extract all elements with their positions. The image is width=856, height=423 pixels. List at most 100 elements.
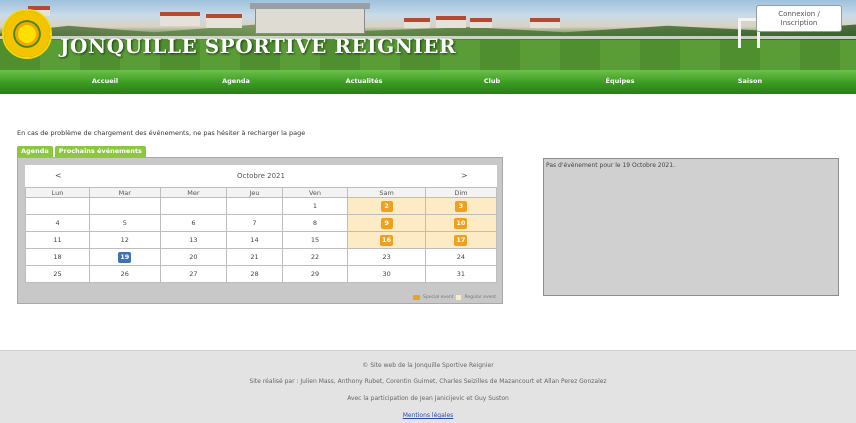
day-number: 24: [456, 253, 466, 261]
calendar-day-cell[interactable]: 18: [24, 248, 91, 266]
day-number: 15: [310, 236, 320, 244]
login-label: Connexion /: [778, 10, 820, 18]
calendar-week-row: 18 19 20 21 22 23 24: [24, 248, 498, 266]
calendar-day-cell[interactable]: 24: [424, 248, 498, 266]
day-number: 28: [250, 270, 259, 278]
calendar-day-cell[interactable]: 14: [226, 231, 283, 249]
calendar-week-row: 4 5 6 7 8 9 10: [24, 214, 498, 232]
header-building: [470, 18, 492, 28]
calendar-day-cell[interactable]: 2: [347, 197, 426, 215]
nav-item-actualites[interactable]: Actualités: [346, 70, 383, 94]
calendar-day-cell[interactable]: 4: [24, 214, 91, 232]
tab-agenda[interactable]: Agenda: [17, 146, 53, 157]
day-number: 22: [310, 253, 320, 261]
calendar-grid: Lun Mar Mer Jeu Ven Sam Dim 1 2 3 4 5 6 7 8 9 10 1…: [24, 187, 498, 283]
calendar-day-cell: [226, 197, 283, 215]
calendar-day-cell[interactable]: 17: [424, 231, 498, 249]
calendar-day-cell[interactable]: 1: [281, 197, 349, 215]
special-event-swatch: [413, 295, 421, 300]
day-number: 14: [250, 236, 259, 244]
day-number: 6: [191, 219, 196, 227]
calendar-day-cell: [159, 197, 228, 215]
day-number: 29: [310, 270, 320, 278]
calendar-day-cell[interactable]: 29: [281, 265, 349, 283]
calendar-day-cell[interactable]: 11: [24, 231, 91, 249]
calendar-day-cell: [89, 197, 161, 215]
calendar-day-cell[interactable]: 25: [24, 265, 91, 283]
day-number: 26: [120, 270, 129, 278]
calendar-day-cell[interactable]: 12: [89, 231, 161, 249]
header-building: [530, 18, 560, 28]
day-number: 4: [55, 219, 60, 227]
calendar-day-cell[interactable]: 9: [347, 214, 426, 232]
site-header: JONQUILLE SPORTIVE REIGNIER Connexion / …: [0, 0, 856, 70]
calendar-day-cell[interactable]: 19: [89, 248, 161, 266]
calendar-day-cell[interactable]: 7: [226, 214, 283, 232]
calendar-day-cell[interactable]: 27: [159, 265, 228, 283]
calendar-day-cell[interactable]: 8: [281, 214, 349, 232]
header-stadium-stand: [250, 3, 370, 34]
day-number: 31: [456, 270, 466, 278]
selected-day-badge: 19: [118, 251, 132, 263]
main-nav: Accueil Agenda Actualités Club Équipes S…: [0, 70, 856, 94]
weekday-header: Ven: [281, 187, 349, 198]
day-number: 25: [53, 270, 62, 278]
calendar-day-cell[interactable]: 13: [159, 231, 228, 249]
login-register-button[interactable]: Connexion / Inscription: [756, 5, 842, 32]
event-day-badge: 10: [454, 217, 468, 229]
day-number: 5: [122, 219, 127, 227]
nav-item-accueil[interactable]: Accueil: [92, 70, 118, 94]
event-day-badge: 16: [380, 234, 394, 246]
weekday-header: Mer: [159, 187, 228, 198]
nav-item-agenda[interactable]: Agenda: [222, 70, 250, 94]
calendar-day-cell[interactable]: 3: [424, 197, 498, 215]
day-number: 20: [189, 253, 198, 261]
header-building: [436, 16, 466, 28]
header-building: [404, 18, 430, 28]
day-number: 30: [382, 270, 391, 278]
day-number: 7: [252, 219, 257, 227]
calendar-day-cell[interactable]: 30: [347, 265, 426, 283]
calendar-day-cell[interactable]: 28: [226, 265, 283, 283]
weekday-header: Dim: [424, 187, 498, 198]
calendar-day-cell[interactable]: 20: [159, 248, 228, 266]
calendar-day-cell[interactable]: 23: [347, 248, 426, 266]
event-day-badge: 17: [454, 234, 468, 246]
calendar-widget: Octobre 2021 < > Lun Mar Mer Jeu Ven Sam…: [17, 157, 503, 304]
legend-special-label: Special event: [423, 295, 454, 300]
weekday-header: Lun: [24, 187, 91, 198]
prev-month-button[interactable]: <: [55, 165, 62, 187]
calendar-month-title: Octobre 2021: [237, 172, 285, 180]
calendar-day-cell: [24, 197, 91, 215]
calendar-week-row: 25 26 27 28 29 30 31: [24, 265, 498, 283]
header-building: [160, 12, 200, 26]
calendar-day-cell[interactable]: 16: [347, 231, 426, 249]
calendar-day-cell[interactable]: 31: [424, 265, 498, 283]
day-number: 11: [53, 236, 62, 244]
site-title[interactable]: JONQUILLE SPORTIVE REIGNIER: [60, 34, 456, 58]
nav-item-saison[interactable]: Saison: [738, 70, 762, 94]
day-number: 21: [250, 253, 259, 261]
nav-item-equipes[interactable]: Équipes: [606, 70, 635, 94]
legend-regular-label: Regular event: [464, 295, 496, 300]
footer-credits: Site réalisé par : Julien Mass, Anthony …: [249, 378, 607, 385]
next-month-button[interactable]: >: [461, 165, 468, 187]
calendar-day-cell[interactable]: 15: [281, 231, 349, 249]
site-footer: © Site web de la Jonquille Sportive Reig…: [0, 350, 856, 423]
tab-upcoming-events[interactable]: Prochains événements: [54, 146, 146, 157]
register-label: Inscription: [780, 19, 818, 27]
club-logo[interactable]: [2, 9, 52, 59]
calendar-day-cell[interactable]: 10: [424, 214, 498, 232]
calendar-day-cell[interactable]: 26: [89, 265, 161, 283]
event-day-badge: 2: [380, 200, 393, 212]
event-day-badge: 3: [454, 200, 467, 212]
calendar-legend: Special event Regular event: [413, 295, 496, 300]
footer-participation: Avec la participation de Jean Janicijevi…: [347, 395, 509, 402]
day-number: 18: [53, 253, 62, 261]
calendar-day-cell[interactable]: 5: [89, 214, 161, 232]
legal-notice-link[interactable]: Mentions légales: [403, 412, 454, 419]
calendar-day-cell[interactable]: 21: [226, 248, 283, 266]
nav-item-club[interactable]: Club: [484, 70, 500, 94]
calendar-day-cell[interactable]: 22: [281, 248, 349, 266]
calendar-day-cell[interactable]: 6: [159, 214, 228, 232]
